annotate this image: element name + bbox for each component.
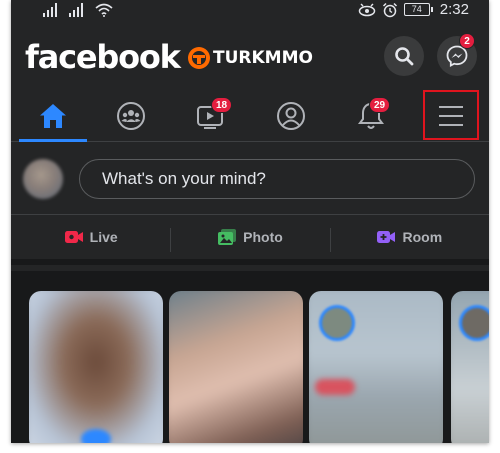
messenger-badge: 2 bbox=[459, 33, 475, 49]
turkmmo-logo-icon bbox=[188, 47, 210, 69]
live-button[interactable]: Live bbox=[11, 215, 170, 259]
tab-home[interactable] bbox=[23, 90, 83, 142]
stories-tray bbox=[11, 271, 489, 443]
status-icons-left bbox=[43, 3, 113, 17]
room-button[interactable]: Room bbox=[329, 215, 489, 259]
status-bar: 74 2:32 bbox=[11, 0, 489, 22]
tab-profile[interactable] bbox=[261, 90, 321, 142]
story-card[interactable] bbox=[169, 291, 303, 443]
wifi-icon bbox=[95, 3, 113, 17]
story-card[interactable] bbox=[309, 291, 443, 443]
active-tab-indicator bbox=[19, 139, 87, 142]
tab-notifications[interactable]: 29 bbox=[341, 90, 401, 142]
status-icons-right: 74 2:32 bbox=[358, 1, 469, 18]
facebook-logo[interactable]: facebook bbox=[25, 38, 181, 76]
eye-icon bbox=[358, 3, 376, 16]
app-frame: 74 2:32 facebook TURKMMO 2 18 29 What's … bbox=[11, 0, 489, 443]
home-icon bbox=[40, 104, 66, 128]
alarm-icon bbox=[382, 2, 397, 17]
signal-icon bbox=[43, 3, 57, 17]
search-icon bbox=[395, 47, 414, 66]
live-video-icon bbox=[64, 231, 83, 243]
tab-watch[interactable]: 18 bbox=[181, 90, 241, 142]
story-sticker bbox=[315, 379, 355, 395]
notifications-badge: 29 bbox=[369, 97, 391, 113]
photo-icon bbox=[218, 229, 237, 245]
tab-groups[interactable] bbox=[101, 90, 161, 142]
menu-highlight-box bbox=[423, 90, 479, 140]
profile-icon bbox=[277, 102, 305, 130]
main-tabs: 18 29 bbox=[11, 90, 489, 142]
avatar[interactable] bbox=[23, 159, 63, 199]
battery-indicator: 74 bbox=[403, 3, 433, 16]
photo-label: Photo bbox=[243, 229, 283, 245]
brand-text: TURKMMO bbox=[213, 48, 313, 68]
post-composer: What's on your mind? bbox=[11, 143, 489, 215]
story-avatar bbox=[319, 305, 355, 341]
turkmmo-watermark: TURKMMO bbox=[187, 46, 313, 70]
story-card[interactable] bbox=[451, 291, 489, 443]
room-icon bbox=[377, 231, 396, 243]
app-header: facebook TURKMMO 2 bbox=[11, 22, 489, 90]
whats-on-your-mind-input[interactable]: What's on your mind? bbox=[79, 159, 475, 199]
watch-badge: 18 bbox=[211, 97, 233, 113]
story-avatar bbox=[81, 429, 111, 443]
groups-icon bbox=[117, 102, 145, 130]
room-label: Room bbox=[402, 229, 443, 245]
photo-button[interactable]: Photo bbox=[170, 215, 329, 259]
story-avatar bbox=[459, 305, 489, 341]
composer-actions: Live Photo Room bbox=[11, 215, 489, 265]
signal-icon bbox=[69, 3, 83, 17]
live-label: Live bbox=[89, 229, 118, 245]
search-button[interactable] bbox=[384, 36, 424, 76]
status-time: 2:32 bbox=[439, 1, 469, 18]
messenger-button[interactable]: 2 bbox=[437, 33, 477, 76]
story-card[interactable] bbox=[29, 291, 163, 443]
